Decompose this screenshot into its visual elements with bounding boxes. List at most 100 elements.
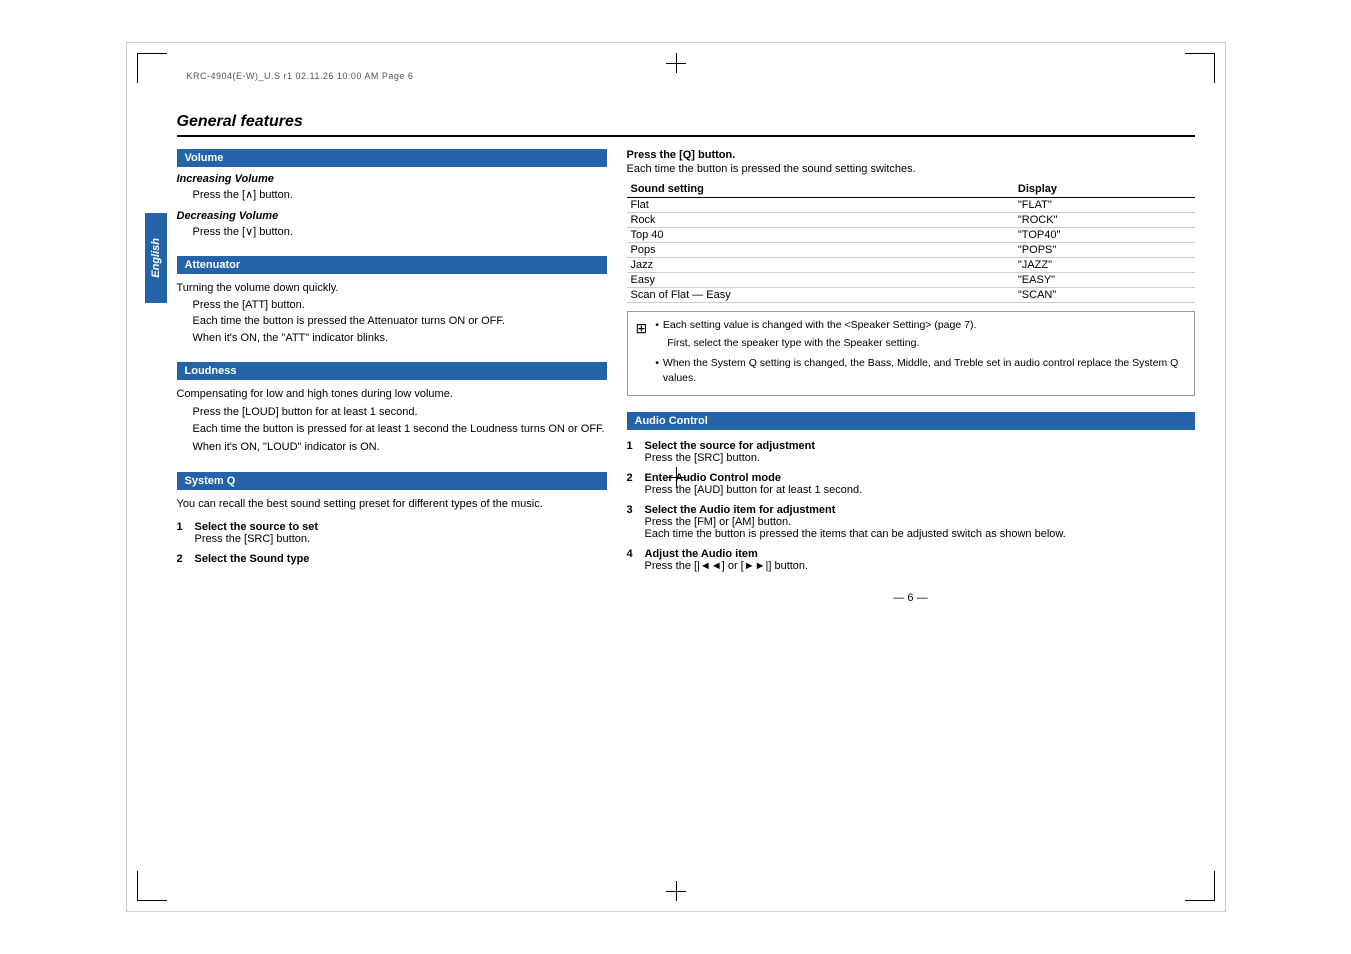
sound-table: Sound setting Display Flat "FLAT" [627,181,1195,303]
right-column: Press the [Q] button. Each time the butt… [627,149,1195,871]
volume-header: Volume [177,149,607,167]
attenuator-line-1: Press the [ATT] button. [177,297,607,314]
increasing-text: Press the [∧] button. [177,187,607,204]
display-flat: "FLAT" [1014,198,1195,213]
page-inner: KRC-4904(E-W)_U.S r1 02.11.26 10:00 AM P… [126,42,1226,912]
page-number: — 6 — [627,592,1195,604]
table-row: Rock "ROCK" [627,213,1195,228]
sidebar-bg: English [145,213,167,303]
audio-step-2: 2 Enter Audio Control mode Press the [AU… [627,472,1195,496]
crosshair-bottom [666,881,686,901]
display-easy: "EASY" [1014,273,1195,288]
audio-step-num-2: 2 [627,472,639,484]
display-top40: "TOP40" [1014,228,1195,243]
system-q-step-1: 1 Select the source to set Press the [SR… [177,521,607,545]
note-bullet-2: When the System Q setting is changed, th… [655,356,1185,388]
table-row: Top 40 "TOP40" [627,228,1195,243]
audio-step-content-2: Enter Audio Control mode Press the [AUD]… [645,472,1195,496]
step-title-1: Select the source to set [195,521,319,533]
corner-mark-br [1185,871,1215,901]
audio-step-text-3: Press the [FM] or [AM] button. [645,516,792,528]
system-q-section: System Q You can recall the best sound s… [177,472,607,565]
note-icon: ⊞ [636,320,648,337]
crop-text: KRC-4904(E-W)_U.S r1 02.11.26 10:00 AM P… [187,71,414,81]
audio-step-num-4: 4 [627,548,639,560]
table-row: Easy "EASY" [627,273,1195,288]
sound-top40: Top 40 [627,228,1014,243]
note-bullet-1-text: Each setting value is changed with the <… [663,318,976,334]
volume-section: Volume Increasing Volume Press the [∧] b… [177,149,607,240]
table-header-sound: Sound setting [627,181,1014,198]
note-bullet-1: Each setting value is changed with the <… [655,318,1185,334]
loudness-section: Loudness Compensating for low and high t… [177,362,607,456]
audio-step-num-1: 1 [627,440,639,452]
press-q-desc: Each time the button is pressed the soun… [627,163,1195,175]
audio-step-title-2: Enter Audio Control mode [645,472,781,484]
corner-mark-tl [137,53,167,83]
sound-flat: Flat [627,198,1014,213]
sidebar-label: English [150,238,162,278]
corner-mark-bl [137,871,167,901]
audio-control-section: Audio Control 1 Select the source for ad… [627,412,1195,572]
display-jazz: "JAZZ" [1014,258,1195,273]
sound-scan: Scan of Flat — Easy [627,288,1014,303]
sound-rock: Rock [627,213,1014,228]
decreasing-text: Press the [∨] button. [177,224,607,241]
audio-step-text-2: Press the [AUD] button for at least 1 se… [645,484,863,496]
note-bullet-2-text: When the System Q setting is changed, th… [663,356,1186,388]
table-header-display: Display [1014,181,1195,198]
audio-step-title-3: Select the Audio item for adjustment [645,504,836,516]
system-q-step-2: 2 Select the Sound type [177,553,607,565]
audio-step-extra-3: Each time the button is pressed the item… [645,528,1066,540]
table-row: Jazz "JAZZ" [627,258,1195,273]
attenuator-line-3: When it's ON, the "ATT" indicator blinks… [177,330,607,347]
audio-step-text-1: Press the [SRC] button. [645,452,761,464]
step-num-1: 1 [177,521,189,533]
note-sub-1: First, select the speaker type with the … [655,336,1185,352]
two-col-layout: Volume Increasing Volume Press the [∧] b… [177,149,1195,871]
system-q-right: Press the [Q] button. Each time the butt… [627,149,1195,396]
sidebar-english: English [145,163,167,463]
loudness-line-3: When it's ON, "LOUD" indicator is ON. [177,439,607,457]
audio-step-text-4: Press the [|◄◄] or [►►|] button. [645,560,809,572]
note-box: ⊞ Each setting value is changed with the… [627,311,1195,396]
audio-control-header: Audio Control [627,412,1195,430]
loudness-intro: Compensating for low and high tones duri… [177,386,607,404]
step-content-1: Select the source to set Press the [SRC]… [195,521,607,545]
attenuator-section: Attenuator Turning the volume down quick… [177,256,607,346]
corner-mark-tr [1185,53,1215,83]
note-content: Each setting value is changed with the <… [655,318,1185,389]
sound-easy: Easy [627,273,1014,288]
attenuator-line-2: Each time the button is pressed the Atte… [177,313,607,330]
attenuator-header: Attenuator [177,256,607,274]
system-q-intro: You can recall the best sound setting pr… [177,496,607,513]
page-title: General features [177,113,303,130]
system-q-header: System Q [177,472,607,490]
step-title-2: Select the Sound type [195,553,310,565]
sound-jazz: Jazz [627,258,1014,273]
display-scan: "SCAN" [1014,288,1195,303]
audio-step-title-1: Select the source for adjustment [645,440,816,452]
audio-step-1: 1 Select the source for adjustment Press… [627,440,1195,464]
audio-step-content-1: Select the source for adjustment Press t… [645,440,1195,464]
table-row: Scan of Flat — Easy "SCAN" [627,288,1195,303]
audio-step-content-4: Adjust the Audio item Press the [|◄◄] or… [645,548,1195,572]
step-content-2: Select the Sound type [195,553,607,565]
attenuator-intro: Turning the volume down quickly. [177,280,607,297]
audio-step-content-3: Select the Audio item for adjustment Pre… [645,504,1195,540]
loudness-line-1: Press the [LOUD] button for at least 1 s… [177,404,607,422]
step-text-1: Press the [SRC] button. [195,533,311,545]
loudness-line-2: Each time the button is pressed for at l… [177,421,607,439]
page-title-row: General features [177,113,1195,137]
display-rock: "ROCK" [1014,213,1195,228]
audio-step-4: 4 Adjust the Audio item Press the [|◄◄] … [627,548,1195,572]
left-column: Volume Increasing Volume Press the [∧] b… [177,149,607,871]
decreasing-title: Decreasing Volume [177,210,607,222]
increasing-title: Increasing Volume [177,173,607,185]
display-pops: "POPS" [1014,243,1195,258]
audio-step-3: 3 Select the Audio item for adjustment P… [627,504,1195,540]
audio-step-title-4: Adjust the Audio item [645,548,758,560]
loudness-header: Loudness [177,362,607,380]
audio-step-num-3: 3 [627,504,639,516]
table-row: Flat "FLAT" [627,198,1195,213]
